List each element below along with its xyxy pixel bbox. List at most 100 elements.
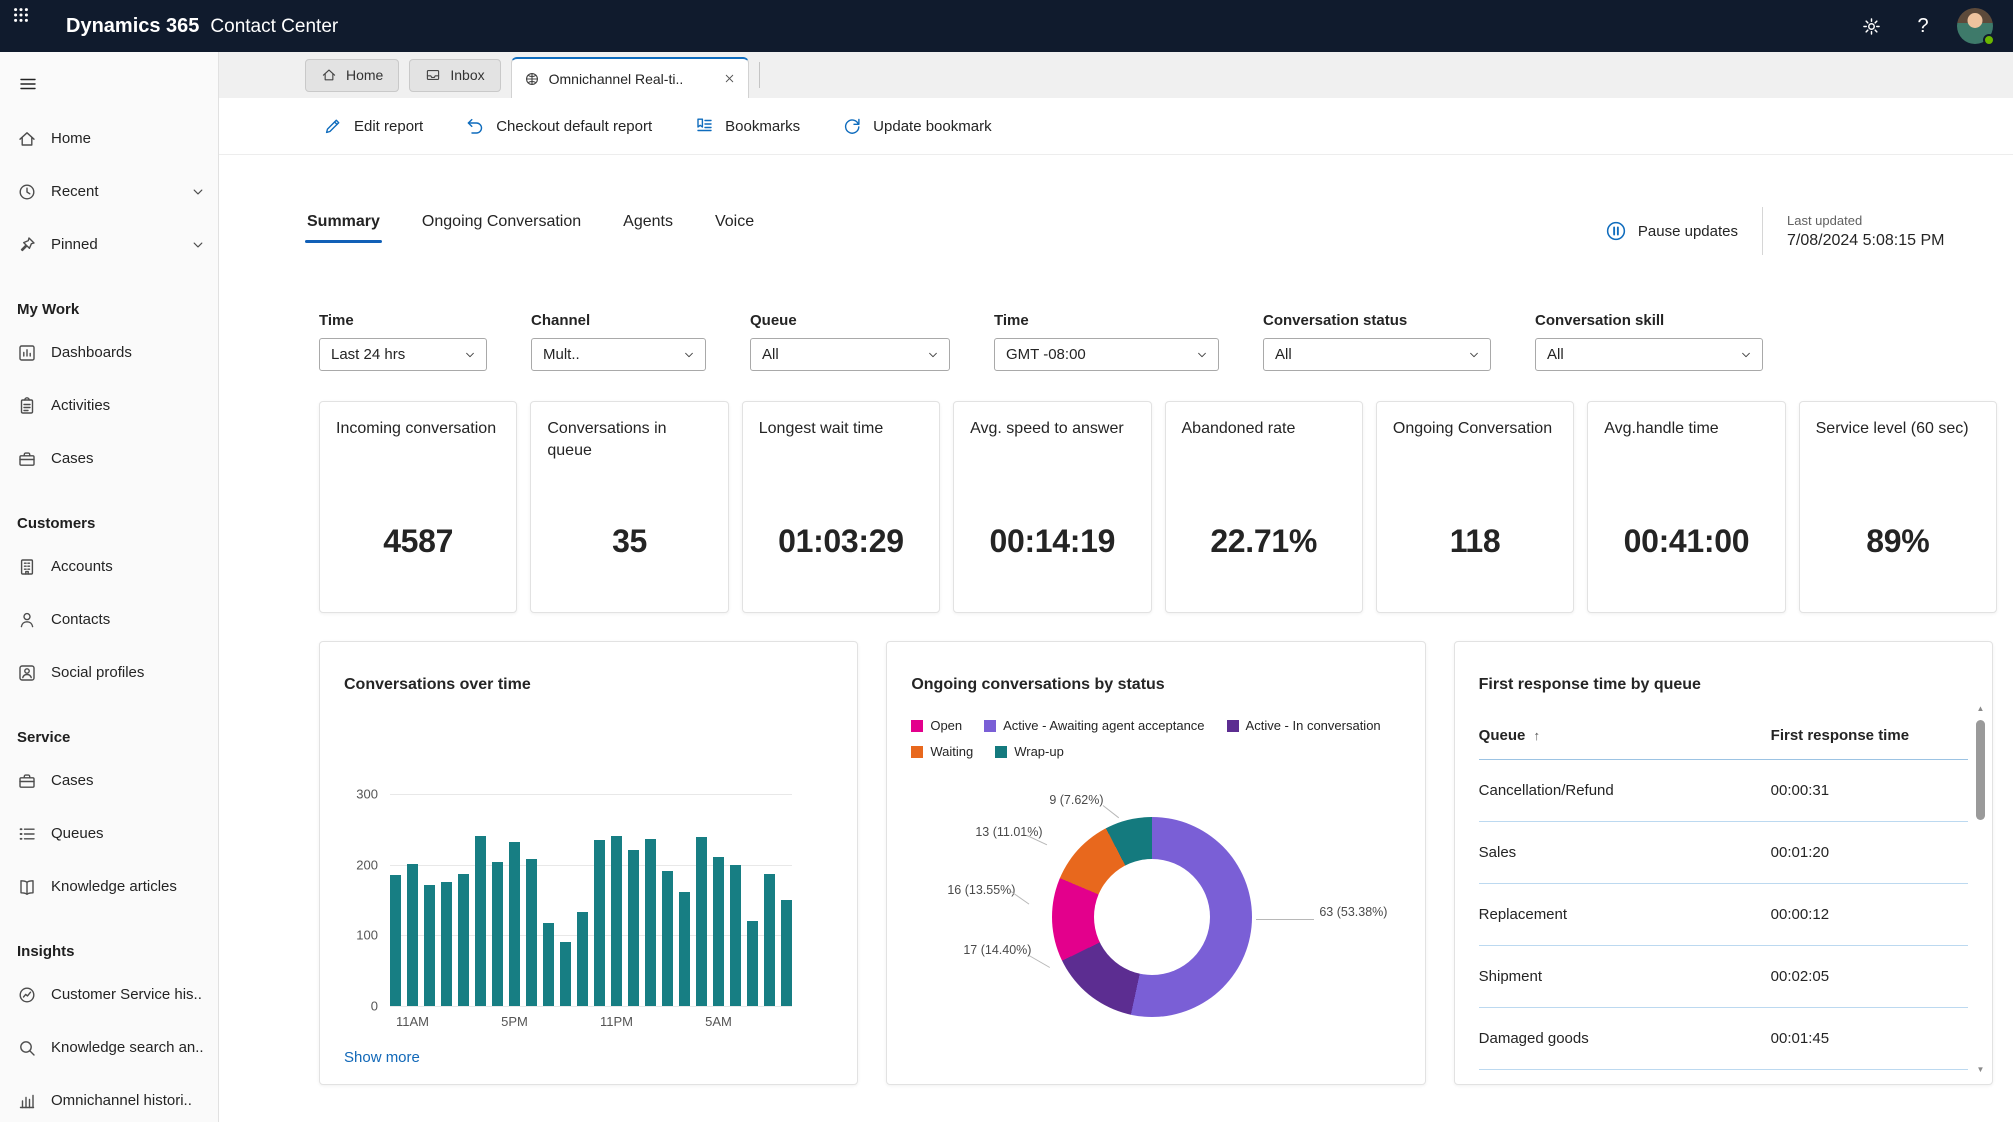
scrollbar-thumb[interactable] <box>1975 720 1985 820</box>
bar[interactable] <box>747 920 758 1006</box>
sidebar-item-omnichannel-histori[interactable]: Omnichannel histori.. <box>0 1074 218 1122</box>
first-response-time: 00:01:45 <box>1770 1030 1830 1047</box>
filter-dropdown-time[interactable]: GMT -08:00 <box>994 338 1219 371</box>
filter-dropdown-queue[interactable]: All <box>750 338 950 371</box>
toolbar-button-edit-report[interactable]: Edit report <box>323 116 423 136</box>
table-row-cancellation-refund[interactable]: Cancellation/Refund 00:00:31 <box>1478 760 1968 822</box>
kpi-card-avg-handle-time[interactable]: Avg.handle time 00:41:00 <box>1587 401 1786 613</box>
pause-updates-button[interactable]: Pause updates <box>1605 220 1738 242</box>
table-row-sales[interactable]: Sales 00:01:20 <box>1478 822 1968 884</box>
legend-item-wrap-up[interactable]: Wrap-up <box>995 744 1064 759</box>
kpi-card-longest-wait-time[interactable]: Longest wait time 01:03:29 <box>741 401 941 613</box>
bar[interactable] <box>764 873 775 1006</box>
bar[interactable] <box>441 881 452 1006</box>
bar[interactable] <box>577 912 588 1006</box>
report-tab-summary[interactable]: Summary <box>305 213 382 243</box>
bar[interactable] <box>696 837 707 1006</box>
sidebar-item-social-profiles[interactable]: Social profiles <box>0 646 218 699</box>
window-tab-home[interactable]: Home <box>305 58 400 92</box>
bar[interactable] <box>594 839 605 1006</box>
window-tab-omnichannel-real-ti[interactable]: Omnichannel Real-ti.. <box>510 57 749 98</box>
sidebar-item-contacts[interactable]: Contacts <box>0 593 218 646</box>
sidebar-item-knowledge-articles[interactable]: Knowledge articles <box>0 860 218 913</box>
report-tab-agents[interactable]: Agents <box>623 213 673 243</box>
bar[interactable] <box>679 892 690 1006</box>
chevron-down-icon[interactable] <box>190 237 206 253</box>
toolbar-button-checkout-default-report[interactable]: Checkout default report <box>465 116 652 136</box>
user-avatar[interactable] <box>1957 8 1995 46</box>
sidebar-item-cases[interactable]: Cases <box>0 754 218 807</box>
filter-label: Channel <box>531 312 591 329</box>
report-tab-voice[interactable]: Voice <box>715 213 754 243</box>
filter-dropdown-channel[interactable]: Mult.. <box>531 338 706 371</box>
column-header-first-response-time[interactable]: First response time <box>1771 727 1968 744</box>
bar[interactable] <box>662 871 673 1006</box>
sidebar-nav: Home Recent Pinned My Work Dashboards Activit… <box>0 108 218 1122</box>
scroll-down-icon[interactable]: ▼ <box>1974 1063 1987 1076</box>
sidebar-item-activities[interactable]: Activities <box>0 379 218 432</box>
bar[interactable] <box>458 873 469 1006</box>
legend-item-active-awaiting-agent-acceptance[interactable]: Active - Awaiting agent acceptance <box>984 718 1205 733</box>
kpi-title: Avg.handle time <box>1604 420 1719 437</box>
table-row-shipment[interactable]: Shipment 00:02:05 <box>1478 946 1968 1008</box>
sidebar-item-accounts[interactable]: Accounts <box>0 540 218 593</box>
table-row-technical-assistance[interactable]: Technical assistance00:00:25 <box>1479 1070 1968 1084</box>
bar[interactable] <box>611 835 622 1006</box>
filter-value: All <box>1547 346 1564 363</box>
toolbar-button-bookmarks[interactable]: Bookmarks <box>694 116 800 136</box>
bar[interactable] <box>407 863 418 1006</box>
app-launcher-button[interactable] <box>12 6 52 46</box>
bar[interactable] <box>730 864 741 1006</box>
legend-item-active-in-conversation[interactable]: Active - In conversation <box>1226 718 1381 733</box>
bar[interactable] <box>492 861 503 1006</box>
sidebar-item-customer-service-his[interactable]: Customer Service his.. <box>0 968 218 1021</box>
help-button[interactable]: ? <box>1905 8 1941 44</box>
column-header-queue[interactable]: Queue ↑ <box>1479 727 1771 744</box>
filter-dropdown-time[interactable]: Last 24 hrs <box>319 338 487 371</box>
sidebar-item-pinned[interactable]: Pinned <box>0 218 218 271</box>
kpi-card-avg-speed-to-answer[interactable]: Avg. speed to answer 00:14:19 <box>953 401 1152 613</box>
sidebar-item-cases[interactable]: Cases <box>0 432 218 485</box>
bar[interactable] <box>713 856 724 1006</box>
filter-dropdown-conversation-status[interactable]: All <box>1263 338 1491 371</box>
kpi-card-service-level-60-sec[interactable]: Service level (60 sec) 89% <box>1798 401 1997 613</box>
scroll-up-icon[interactable]: ▲ <box>1974 702 1987 715</box>
legend-item-open[interactable]: Open <box>911 718 962 733</box>
settings-button[interactable] <box>1853 8 1889 44</box>
kpi-card-ongoing-conversation[interactable]: Ongoing Conversation 118 <box>1375 401 1575 613</box>
bar[interactable] <box>560 942 571 1006</box>
sidebar-item-queues[interactable]: Queues <box>0 807 218 860</box>
kpi-card-conversations-in-queue[interactable]: Conversations in queue 35 <box>530 401 729 613</box>
bar[interactable] <box>526 859 537 1006</box>
close-icon[interactable] <box>723 72 736 85</box>
sidebar-item-recent[interactable]: Recent <box>0 165 218 218</box>
show-more-link[interactable]: Show more <box>344 1049 420 1066</box>
sidebar-item-label: Omnichannel histori.. <box>51 1092 192 1109</box>
window-tab-inbox[interactable]: Inbox <box>409 58 501 92</box>
bar[interactable] <box>390 875 401 1006</box>
toolbar-button-update-bookmark[interactable]: Update bookmark <box>842 116 992 136</box>
table-scrollbar[interactable]: ▲ ▼ <box>1974 702 1987 1076</box>
bar[interactable] <box>475 836 486 1006</box>
donut-chart[interactable] <box>1052 817 1253 1017</box>
legend-swatch <box>911 719 924 732</box>
bar[interactable] <box>645 839 656 1006</box>
bar[interactable] <box>628 849 639 1006</box>
sidebar-item-dashboards[interactable]: Dashboards <box>0 326 218 379</box>
queue-name: Shipment <box>1478 968 1543 985</box>
bar[interactable] <box>509 842 520 1006</box>
kpi-card-incoming-conversation[interactable]: Incoming conversation 4587 <box>319 401 518 613</box>
table-row-damaged-goods[interactable]: Damaged goods 00:01:45 <box>1478 1008 1968 1070</box>
filter-dropdown-conversation-skill[interactable]: All <box>1535 338 1763 371</box>
legend-item-waiting[interactable]: Waiting <box>911 744 973 759</box>
collapse-nav-button[interactable] <box>8 64 48 104</box>
bar[interactable] <box>424 885 435 1006</box>
bar[interactable] <box>543 922 554 1006</box>
sidebar-item-knowledge-search-an[interactable]: Knowledge search an.. <box>0 1021 218 1074</box>
chevron-down-icon[interactable] <box>190 184 206 200</box>
kpi-card-abandoned-rate[interactable]: Abandoned rate 22.71% <box>1164 401 1363 613</box>
table-row-replacement[interactable]: Replacement 00:00:12 <box>1478 884 1968 946</box>
report-tab-ongoing-conversation[interactable]: Ongoing Conversation <box>422 213 581 243</box>
bar[interactable] <box>781 900 792 1006</box>
sidebar-item-home[interactable]: Home <box>0 112 218 165</box>
